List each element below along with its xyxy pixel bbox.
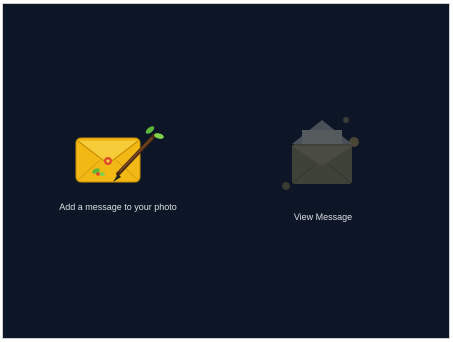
open-envelope-icon [282,117,359,190]
view-message-label: View Message [293,212,353,222]
add-message-label: Add a message to your photo [59,202,177,212]
photo-frame-screen: Add a message to your photo View Message [2,3,450,339]
add-message-option[interactable]: Add a message to your photo [43,124,193,215]
view-message-option[interactable]: View Message [258,114,388,225]
envelope-with-brush-icon [75,126,164,183]
